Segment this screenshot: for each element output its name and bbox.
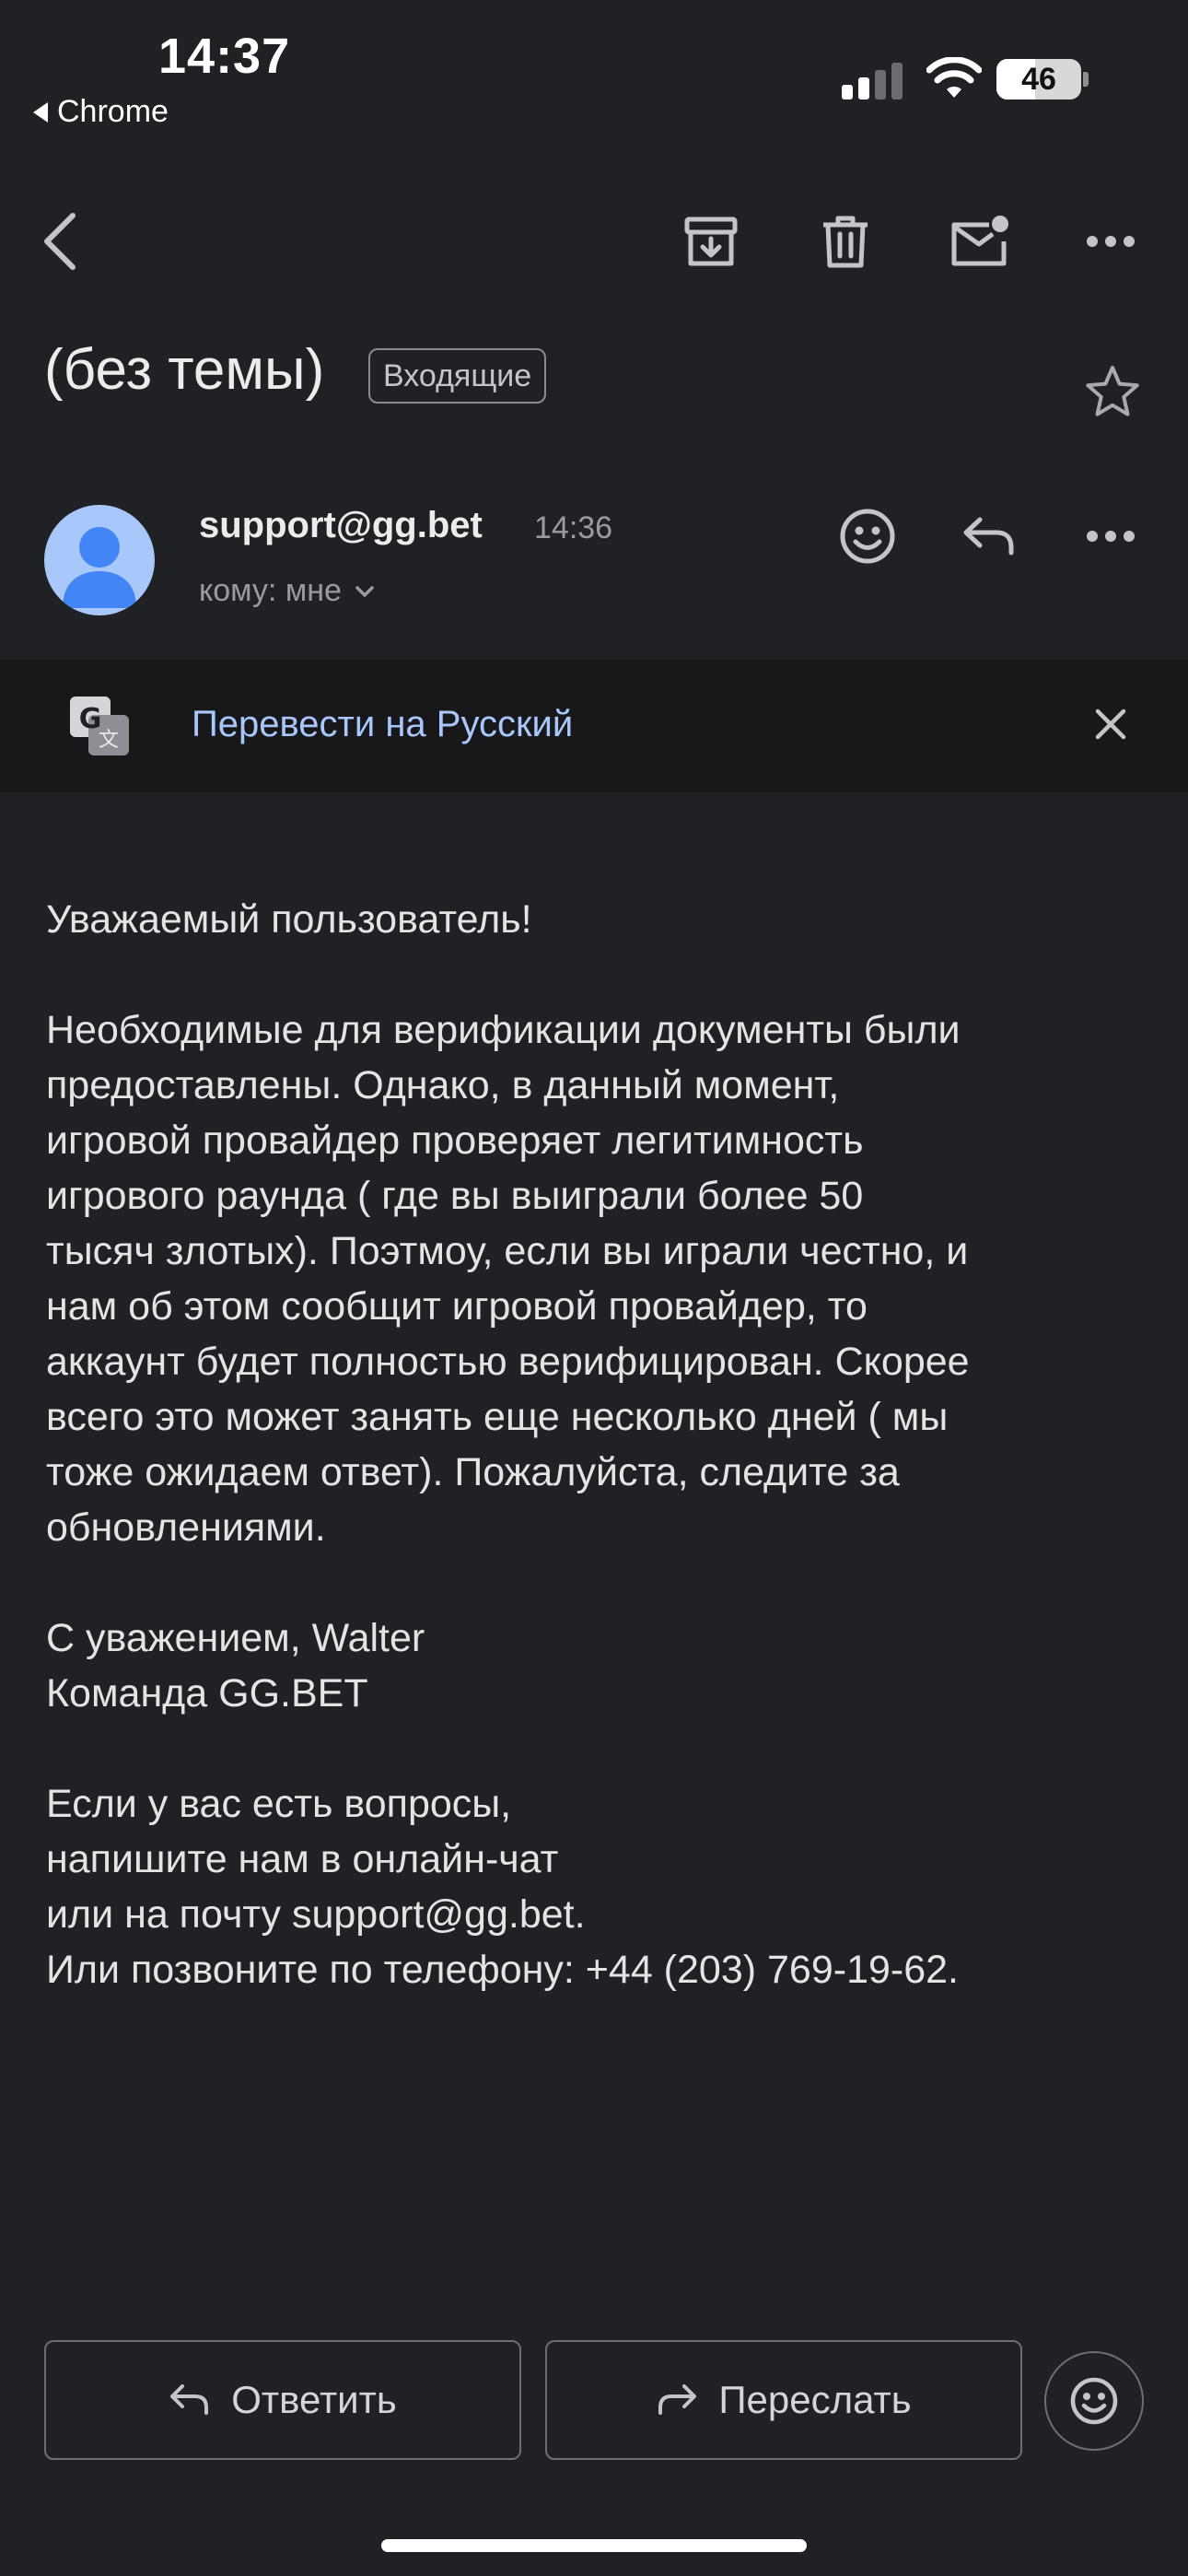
- more-horizontal-icon: [1087, 236, 1135, 247]
- signature-line: С уважением, Walter: [46, 1616, 425, 1660]
- reply-button[interactable]: [954, 503, 1024, 569]
- signature-line: Команда GG.BET: [46, 1671, 368, 1715]
- smiley-icon: [840, 509, 895, 564]
- footer-line: Если у вас есть вопросы,: [46, 1782, 512, 1826]
- translate-banner: G 文 Перевести на Русский: [0, 660, 1188, 792]
- battery-terminal: [1083, 72, 1089, 87]
- footer-line: или на почту support@gg.bet.: [46, 1892, 586, 1937]
- forward-action-label: Переслать: [718, 2378, 912, 2421]
- footer-line: Или позвоните по телефону: +44 (203) 769…: [46, 1948, 959, 1992]
- add-reaction-button[interactable]: [834, 503, 901, 569]
- recipient-details-toggle[interactable]: кому: мне: [199, 573, 375, 609]
- paragraph-line: обновлениями.: [46, 1505, 326, 1550]
- status-time: 14:37: [158, 29, 291, 84]
- home-indicator[interactable]: [381, 2539, 807, 2552]
- greeting-line: Уважаемый пользователь!: [46, 897, 532, 942]
- smiley-icon: [1070, 2377, 1118, 2425]
- reply-icon: [170, 2384, 209, 2415]
- emoji-reaction-button[interactable]: [1044, 2351, 1144, 2451]
- close-icon: [1095, 708, 1126, 740]
- reply-action-button[interactable]: Ответить: [44, 2340, 521, 2460]
- wifi-icon: [926, 57, 982, 98]
- back-app-label: Chrome: [57, 94, 169, 129]
- more-options-button[interactable]: [1077, 205, 1144, 278]
- dismiss-translate-button[interactable]: [1083, 697, 1138, 752]
- back-to-app-link[interactable]: Chrome: [33, 94, 169, 130]
- star-icon: [1086, 366, 1139, 416]
- archive-icon: [684, 217, 738, 266]
- star-button[interactable]: [1079, 357, 1146, 424]
- person-icon: [63, 527, 136, 608]
- paragraph-line: тоже ожидаем ответ). Пожалуйста, следите…: [46, 1450, 900, 1494]
- paragraph-line: игровой провайдер проверяет легитимность: [46, 1118, 864, 1163]
- google-translate-icon: G 文: [70, 697, 129, 755]
- paragraph-line: Необходимые для верификации документы бы…: [46, 1008, 961, 1052]
- chevron-down-icon: [355, 585, 374, 597]
- back-triangle-icon: [33, 101, 48, 123]
- back-button[interactable]: [28, 205, 92, 278]
- inbox-label-chip[interactable]: Входящие: [368, 348, 547, 404]
- trash-icon: [823, 216, 868, 268]
- forward-icon: [658, 2384, 697, 2415]
- received-time: 14:36: [534, 510, 613, 545]
- sender-avatar[interactable]: [44, 505, 155, 615]
- battery-indicator: 46: [996, 59, 1081, 100]
- battery-percent: 46: [1021, 61, 1056, 97]
- forward-action-button[interactable]: Переслать: [545, 2340, 1022, 2460]
- delete-button[interactable]: [812, 205, 879, 278]
- paragraph-line: всего это может занять еще несколько дне…: [46, 1395, 949, 1439]
- translate-link[interactable]: Перевести на Русский: [192, 704, 573, 745]
- paragraph-line: тысяч злотых). Поэтмоу, если вы играли ч…: [46, 1229, 969, 1273]
- message-more-button[interactable]: [1077, 503, 1144, 569]
- recipient-label: кому: мне: [199, 573, 342, 608]
- paragraph-line: аккаунт будет полностью верифицирован. С…: [46, 1340, 970, 1384]
- email-screen: 14:37 Chrome 46 (без темы) Входящие supp…: [0, 0, 1188, 2576]
- cellular-signal-icon: [842, 63, 903, 100]
- sender-address[interactable]: support@gg.bet: [199, 505, 483, 546]
- main-paragraph: Необходимые для верификации документы бы…: [46, 1002, 1151, 1555]
- email-body: Уважаемый пользователь! Необходимые для …: [46, 892, 1151, 2053]
- more-horizontal-icon: [1087, 531, 1135, 542]
- svg-text:文: 文: [99, 729, 119, 752]
- archive-button[interactable]: [678, 205, 744, 278]
- mark-unread-button[interactable]: [943, 205, 1017, 278]
- greeting: Уважаемый пользователь!: [46, 892, 1151, 947]
- footer-line: напишите нам в онлайн-чат: [46, 1837, 559, 1881]
- email-subject: (без темы): [44, 338, 325, 402]
- paragraph-line: предоставлены. Однако, в данный момент,: [46, 1063, 840, 1107]
- reply-action-label: Ответить: [231, 2378, 397, 2421]
- contact-footer: Если у вас есть вопросы, напишите нам в …: [46, 1776, 1151, 1997]
- signature: С уважением, Walter Команда GG.BET: [46, 1610, 1151, 1721]
- reply-icon: [963, 517, 1014, 556]
- paragraph-line: нам об этом сообщит игровой провайдер, т…: [46, 1284, 868, 1329]
- paragraph-line: игрового раунда ( где вы выиграли более …: [46, 1174, 864, 1218]
- mail-unread-icon: [951, 216, 1008, 266]
- back-arrow-icon: [44, 213, 76, 270]
